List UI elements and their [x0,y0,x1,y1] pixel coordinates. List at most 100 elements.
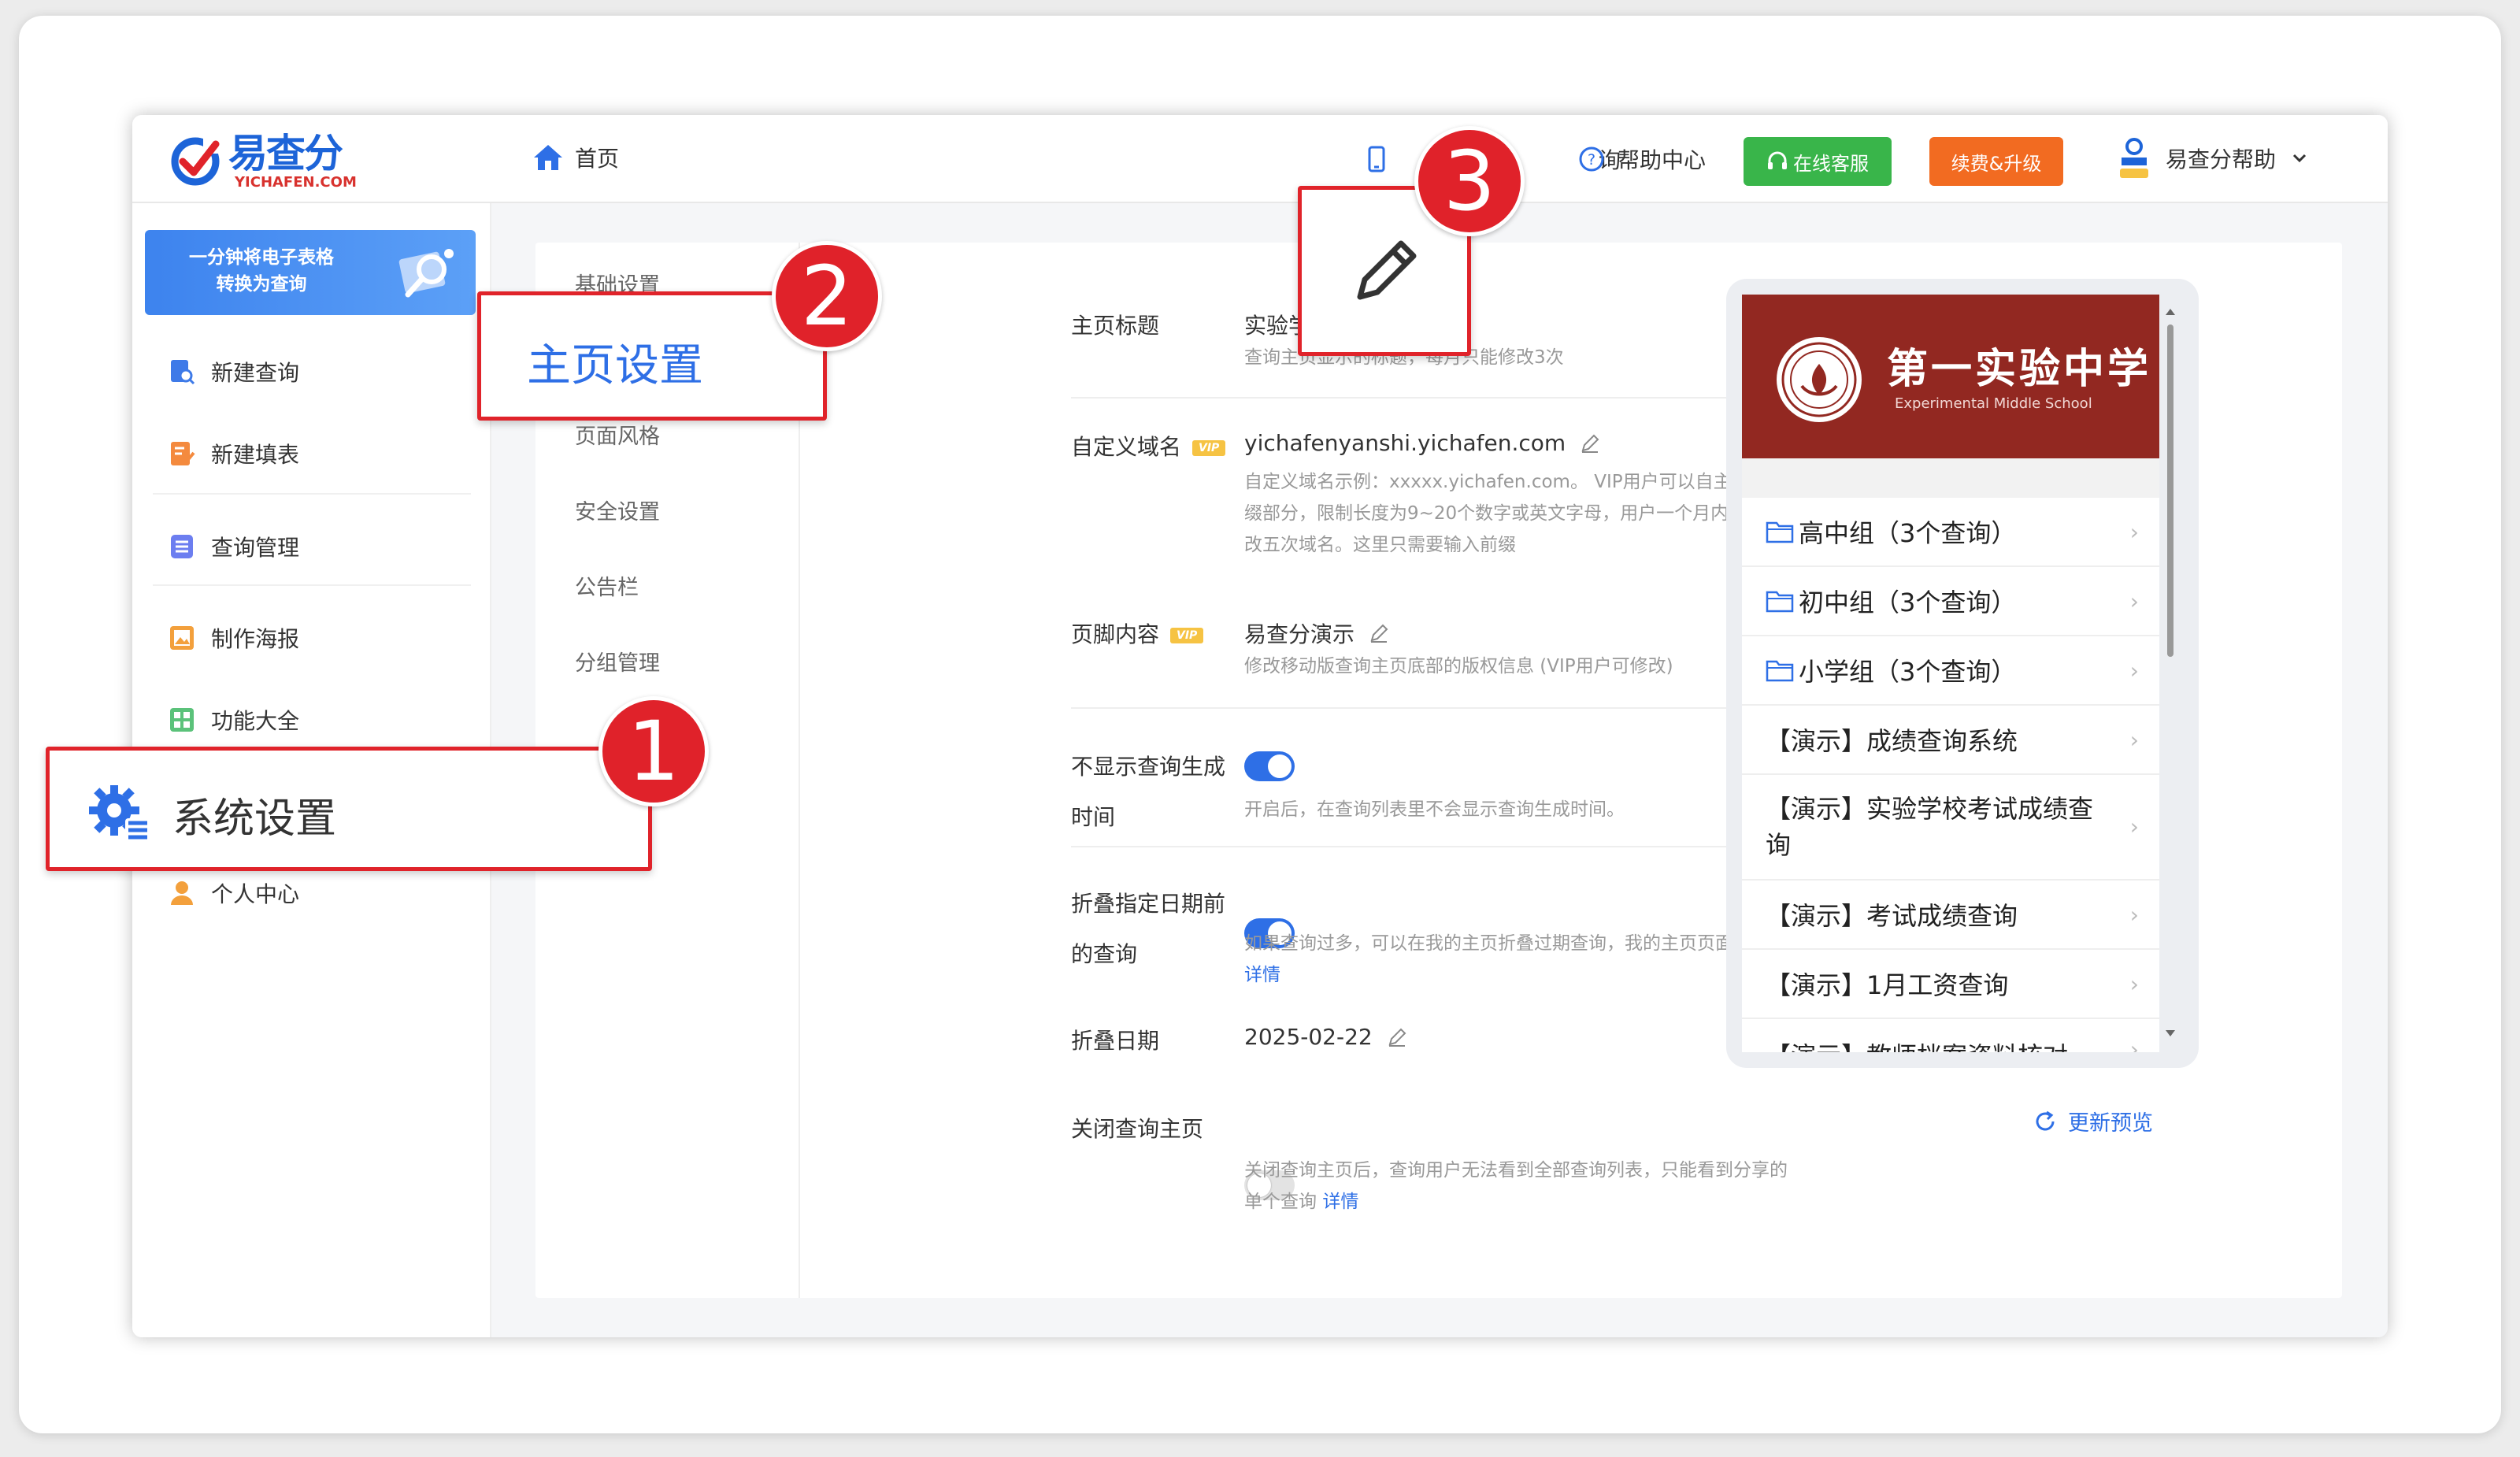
chevron-right-icon: › [2129,970,2139,997]
new-form-icon [169,440,195,467]
preview-spacer [1742,458,2159,498]
subnav-page-style[interactable]: 页面风格 [575,419,660,450]
fold-queries-detail-link[interactable]: 详情 [1244,965,1280,985]
mobile-preview-screen: 第一实验中学 Experimental Middle School 高中组（3个… [1742,295,2159,1052]
preview-item-label: 【演示】教师档案资料核对 [1766,1036,2068,1052]
callout-system-settings-label: 系统设置 [172,795,337,843]
custom-domain-hint: 自定义域名示例：xxxxx.yichafen.com。 VIP用户可以自主修改前… [1244,472,1786,555]
online-service-button[interactable]: 在线客服 [1744,137,1892,186]
preview-item-label: 高中组（3个查询） [1799,518,2017,548]
preview-item-label: 初中组（3个查询） [1799,588,2017,617]
preview-list-item[interactable]: 高中组（3个查询） › [1742,498,2159,567]
fold-date-text: 2025-02-22 [1244,1024,1373,1050]
custom-domain-value: yichafenyanshi.yichafen.com [1244,430,1600,456]
sidebar-item-make-poster[interactable]: 制作海报 [169,622,299,654]
edit-pencil-icon[interactable] [1580,433,1600,454]
subnav-announcement[interactable]: 公告栏 [575,570,639,601]
preview-list-item[interactable]: 【演示】1月工资查询 › [1742,950,2159,1019]
close-homepage-hint: 关闭查询主页后，查询用户无法看到全部查询列表，只能看到分享的单个查询 详情 [1244,1155,1796,1218]
sidebar-divider [153,493,471,495]
edit-pencil-icon[interactable] [1369,623,1389,643]
preview-item-label: 【演示】1月工资查询 [1766,970,2009,1000]
nav-home[interactable]: 首页 [532,142,619,173]
subnav-security-settings[interactable]: 安全设置 [575,495,660,525]
row-divider [1071,707,1796,709]
sidebar-item-label: 新建填表 [211,442,300,468]
refresh-preview-label: 更新预览 [2068,1111,2153,1136]
folder-icon [1766,521,1794,543]
preview-scrollbar[interactable] [2161,295,2180,1052]
hide-time-label-line2: 时间 [1071,804,1116,830]
chevron-right-icon: › [2129,901,2139,928]
folder-icon [1766,591,1794,613]
sidebar-item-personal-center[interactable]: 个人中心 [169,877,299,909]
school-banner: 第一实验中学 Experimental Middle School [1742,295,2159,458]
preview-list-item[interactable]: 【演示】考试成绩查询 › [1742,881,2159,950]
fold-queries-label-line2: 的查询 [1071,941,1138,967]
preview-list-item[interactable]: 小学组（3个查询） › [1742,636,2159,706]
banner-line-1: 一分钟将电子表格 [189,247,334,268]
footer-content-text: 易查分演示 [1244,621,1355,647]
sidebar-item-label: 查询管理 [211,535,300,561]
magnifier-illustration-icon [398,249,454,298]
sidebar-item-query-management[interactable]: 查询管理 [169,531,299,562]
step-badge-1: 1 [598,696,709,806]
mobile-preview-frame: 第一实验中学 Experimental Middle School 高中组（3个… [1726,279,2199,1068]
sidebar-item-label: 制作海报 [211,626,300,652]
sidebar-item-new-query[interactable]: 新建查询 [169,356,299,387]
preview-item-label: 【演示】考试成绩查询 [1766,901,2018,931]
chevron-right-icon: › [2129,726,2139,753]
fold-queries-hint-text: 如果查询过多，可以在我的主页折叠过期查询，我的主页页面更简洁 [1244,933,1788,954]
poster-icon [169,625,195,651]
preview-list-item[interactable]: 【演示】成绩查询系统 › [1742,706,2159,775]
callout-system-settings: 系统设置 [46,747,652,871]
fold-queries-label: 折叠指定日期前 的查询 [1071,879,1225,980]
chevron-down-icon [2292,154,2307,163]
preview-item-label: 【演示】成绩查询系统 [1766,726,2018,756]
svg-text:?: ? [1588,151,1595,169]
nav-help-center[interactable]: ? 帮助中心 [1578,143,1706,175]
user-name: 易查分帮助 [2166,146,2277,172]
hide-time-toggle[interactable] [1244,751,1295,781]
preview-list-item[interactable]: 【演示】教师档案资料核对 › [1742,1019,2159,1052]
hide-time-label: 不显示查询生成 时间 [1071,742,1225,843]
sidebar-item-label: 功能大全 [211,708,300,734]
chevron-right-icon: › [2129,657,2139,684]
step-badge-3: 3 [1414,126,1525,236]
features-grid-icon [169,706,195,733]
chevron-right-icon: › [2129,814,2139,840]
preview-item-label: 小学组（3个查询） [1799,657,2017,687]
preview-list-item[interactable]: 初中组（3个查询） › [1742,567,2159,636]
nav-home-label: 首页 [575,146,620,172]
banner-line-2: 转换为查询 [216,274,307,295]
close-homepage-detail-link[interactable]: 详情 [1322,1192,1358,1212]
sidebar-item-new-form[interactable]: 新建填表 [169,438,299,469]
custom-domain-label-text: 自定义域名 [1071,434,1182,460]
new-query-icon [169,358,195,385]
person-icon [169,880,195,906]
folder-icon [1766,660,1794,682]
close-homepage-label: 关闭查询主页 [1071,1116,1204,1142]
logo[interactable]: 易查分 YICHAFEN.COM [169,129,357,192]
step-badge-2: 2 [772,241,882,351]
preview-item-label: 【演示】实验学校考试成绩查询 [1766,794,2094,860]
refresh-preview-button[interactable]: 更新预览 [2033,1106,2153,1136]
subnav-group-management[interactable]: 分组管理 [575,646,660,677]
sidebar-item-all-features[interactable]: 功能大全 [169,704,299,736]
edit-pencil-icon[interactable] [1387,1027,1407,1047]
vip-badge: VIP [1170,628,1204,643]
footer-content-hint: 修改移动版查询主页底部的版权信息 (VIP用户可修改) [1244,656,1673,677]
renew-upgrade-button[interactable]: 续费&升级 [1929,137,2063,186]
help-circle-icon: ? [1579,146,1604,172]
school-emblem-icon [1777,337,1862,422]
homepage-title-label: 主页标题 [1071,313,1160,339]
fold-date-label: 折叠日期 [1071,1028,1160,1054]
sidebar-divider [153,584,471,586]
excel-to-query-banner[interactable]: 一分钟将电子表格 转换为查询 [145,230,476,315]
vip-badge: VIP [1192,440,1226,456]
logo-subtext: YICHAFEN.COM [235,174,357,191]
preview-list-item[interactable]: 【演示】实验学校考试成绩查询 › [1742,775,2159,881]
gear-settings-icon [89,785,149,840]
sidebar-item-label: 新建查询 [211,360,300,386]
user-menu[interactable]: 易查分帮助 [2118,137,2309,180]
